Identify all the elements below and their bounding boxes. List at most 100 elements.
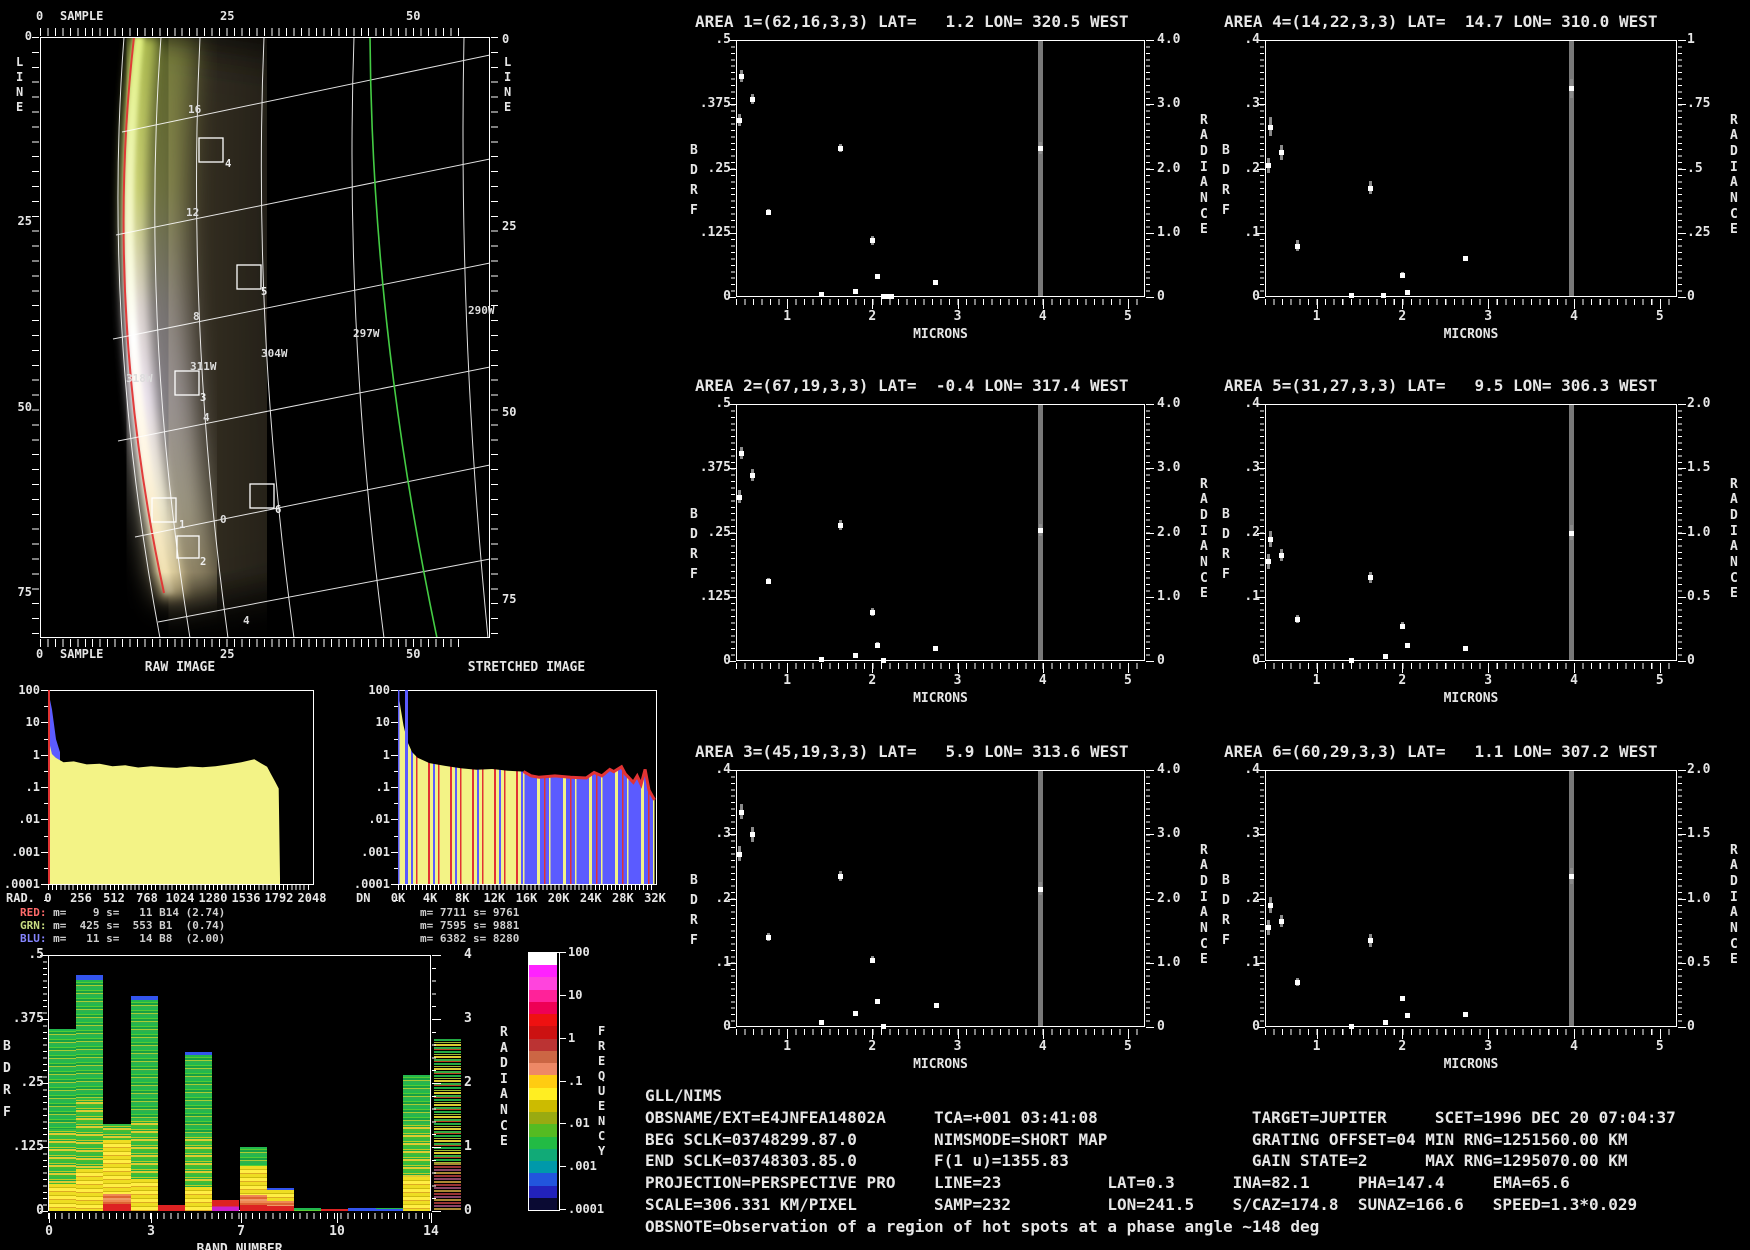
y-tick-label: .375 — [699, 460, 731, 476]
bdrf-axis-label-letter: B — [690, 872, 698, 888]
x-tick-label: 5 — [1655, 1039, 1664, 1054]
map-area-number: 2 — [200, 556, 207, 568]
r-tick-label: 2.0 — [1157, 890, 1181, 906]
band-bar-segment — [321, 1208, 349, 1212]
radiance-axis-label-letter: A — [1200, 128, 1208, 144]
data-point — [853, 652, 859, 658]
r-tick-label: 0 — [1157, 653, 1165, 668]
data-point — [837, 145, 843, 151]
line-axis-label-letter: L — [504, 55, 512, 69]
sample-tick-label: 0 — [36, 9, 44, 23]
x-tick-label: 3 — [953, 673, 962, 688]
rgb-stats-row: BLU: m= 11 s= 14 B8 (2.00) — [20, 933, 225, 945]
x-tick-label: 3 — [1484, 309, 1493, 324]
data-point — [1266, 559, 1272, 565]
x-tick-label: 10 — [329, 1224, 345, 1239]
data-point — [819, 292, 825, 298]
band-bar — [321, 1208, 349, 1212]
bdrf-axis-label-letter: F — [1222, 202, 1230, 218]
frequency-axis-label-letter: U — [598, 1084, 606, 1098]
r-major-tick — [1146, 232, 1154, 234]
band-bar-segment — [239, 1195, 267, 1206]
sample-tick-label: 0 — [36, 647, 44, 661]
colorbar-segment — [529, 965, 557, 978]
data-point — [932, 279, 938, 285]
x-major-tick — [1127, 1029, 1129, 1039]
map-longitude-label: 297W — [353, 327, 380, 340]
r-tick-label: 2.0 — [1157, 524, 1181, 540]
stretched-stats-row: m= 7595 s= 9881 — [420, 919, 520, 932]
reference-bar — [1038, 771, 1044, 1026]
data-point — [1367, 575, 1373, 581]
bdrf-axis-label-letter: B — [1222, 142, 1230, 158]
data-point — [1383, 1019, 1389, 1025]
area-plot-title: AREA 4=(14,22,3,3) LAT= 14.7 LON= 310.0 … — [1224, 12, 1658, 31]
raw-image-title: RAW IMAGE — [144, 660, 216, 675]
rgb-stats-row: GRN: m= 425 s= 553 B1 (0.74) — [20, 920, 225, 932]
x-tick-label: 5 — [1124, 309, 1132, 324]
data-point — [1266, 925, 1272, 931]
colorbar-tick — [559, 1080, 566, 1082]
x-major-tick — [1316, 1029, 1318, 1039]
band-bar — [266, 1187, 294, 1212]
bdrf-axis-label-letter: F — [1222, 566, 1230, 582]
data-point — [1348, 657, 1354, 663]
observation-metadata-line: SCALE=306.331 KM/PIXEL SAMP=232 LON=241.… — [645, 1195, 1638, 1214]
band-bar-segment — [434, 1162, 461, 1212]
x-major-tick — [957, 299, 959, 309]
radiance-axis-label-letter: A — [1200, 905, 1208, 921]
r-major-tick — [1146, 770, 1154, 771]
data-point — [1383, 653, 1389, 659]
stats-values: m= 11 s= 14 B8 (2.00) — [46, 932, 226, 945]
r-tick-label: 3.0 — [1157, 460, 1181, 476]
area-plot-title: AREA 2=(67,19,3,3) LAT= -0.4 LON= 317.4 … — [695, 376, 1129, 395]
x-tick-label: 5 — [1124, 1039, 1132, 1054]
r-tick-label: 0 — [1687, 653, 1695, 668]
map-area-number: 5 — [261, 286, 268, 298]
y-major-tick — [41, 722, 48, 724]
histogram-shape — [398, 690, 524, 884]
bdrf-axis-label-letter: R — [1222, 546, 1230, 562]
x-minor-ticks — [1265, 663, 1677, 669]
x-tick-label: 2 — [1398, 1039, 1407, 1054]
radiance-axis-label-letter: N — [1730, 191, 1738, 206]
data-point — [1400, 996, 1406, 1002]
scatter-frame — [1265, 404, 1677, 661]
y-tick-label: .1 — [25, 780, 40, 794]
stretched-histogram — [398, 690, 656, 884]
data-point — [737, 494, 743, 500]
radiance-axis-label-letter: E — [1200, 222, 1208, 238]
x-major-tick — [1488, 1029, 1490, 1039]
map-grid-number: 4 — [243, 614, 250, 627]
y-major-tick — [41, 819, 48, 821]
map-longitude-label: 304W — [261, 347, 288, 360]
bdrf-axis-label-letter: F — [3, 1105, 11, 1120]
data-point — [853, 288, 859, 294]
x-major-tick — [957, 663, 959, 673]
band-bar-segment — [130, 1118, 158, 1180]
y-tick-label: .25 — [20, 1075, 44, 1090]
r-tick-label: 1.0 — [1157, 954, 1181, 970]
y-major-tick — [391, 787, 398, 788]
band-bar — [375, 1207, 403, 1212]
data-point — [889, 293, 895, 299]
data-point — [880, 657, 886, 663]
bdrf-axis-label-letter: B — [1222, 506, 1230, 522]
x-tick-label: 1 — [783, 309, 792, 324]
data-point — [1348, 1023, 1354, 1029]
radiance-axis-label-letter: R — [1730, 476, 1738, 492]
y-major-tick — [391, 819, 398, 821]
line-tick-label: 50 — [17, 400, 32, 414]
x-major-tick — [1488, 299, 1490, 309]
y-tick-label: .375 — [12, 1011, 44, 1026]
y-tick-label: .5 — [715, 396, 731, 411]
scatter-frame — [1265, 770, 1677, 1027]
bdrf-axis-label-letter: D — [3, 1061, 11, 1076]
bdrf-axis-label-letter: B — [690, 142, 698, 158]
band-bar — [239, 1147, 267, 1212]
radiance-axis-label-letter: C — [1730, 570, 1738, 586]
r-major-tick — [1146, 898, 1154, 900]
data-point — [750, 832, 756, 838]
r-major-tick — [1146, 104, 1154, 106]
x-axis-title: MICRONS — [1443, 327, 1499, 342]
